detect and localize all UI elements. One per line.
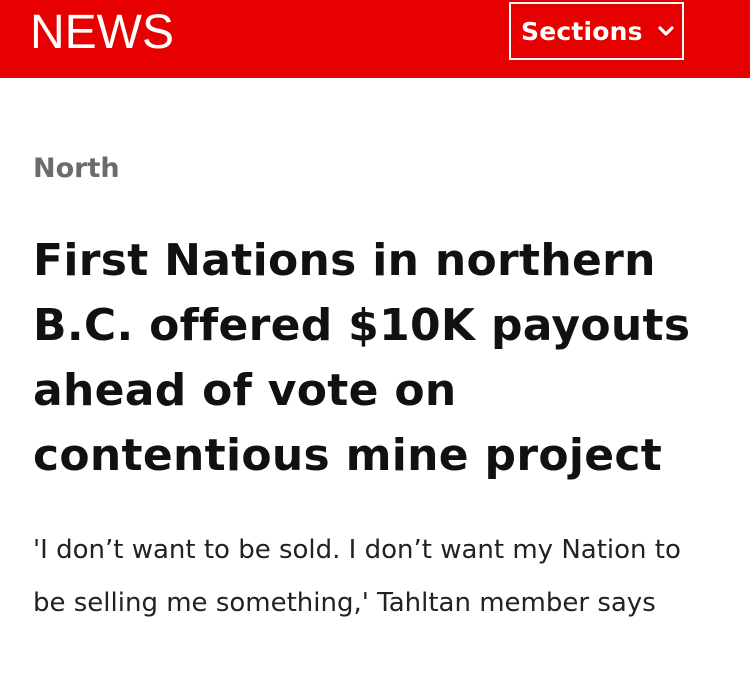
- top-bar: NEWS Sections: [0, 0, 750, 78]
- article-header: North First Nations in northern B.C. off…: [33, 150, 733, 630]
- chevron-down-icon: [658, 26, 674, 36]
- article-deck: 'I don’t want to be sold. I don’t want m…: [33, 535, 681, 618]
- sections-label: Sections: [521, 16, 643, 46]
- sections-button[interactable]: Sections: [509, 2, 684, 60]
- article-headline: First Nations in northern B.C. offered $…: [33, 235, 691, 481]
- section-label[interactable]: North: [33, 150, 733, 188]
- news-logo[interactable]: NEWS: [30, 4, 174, 62]
